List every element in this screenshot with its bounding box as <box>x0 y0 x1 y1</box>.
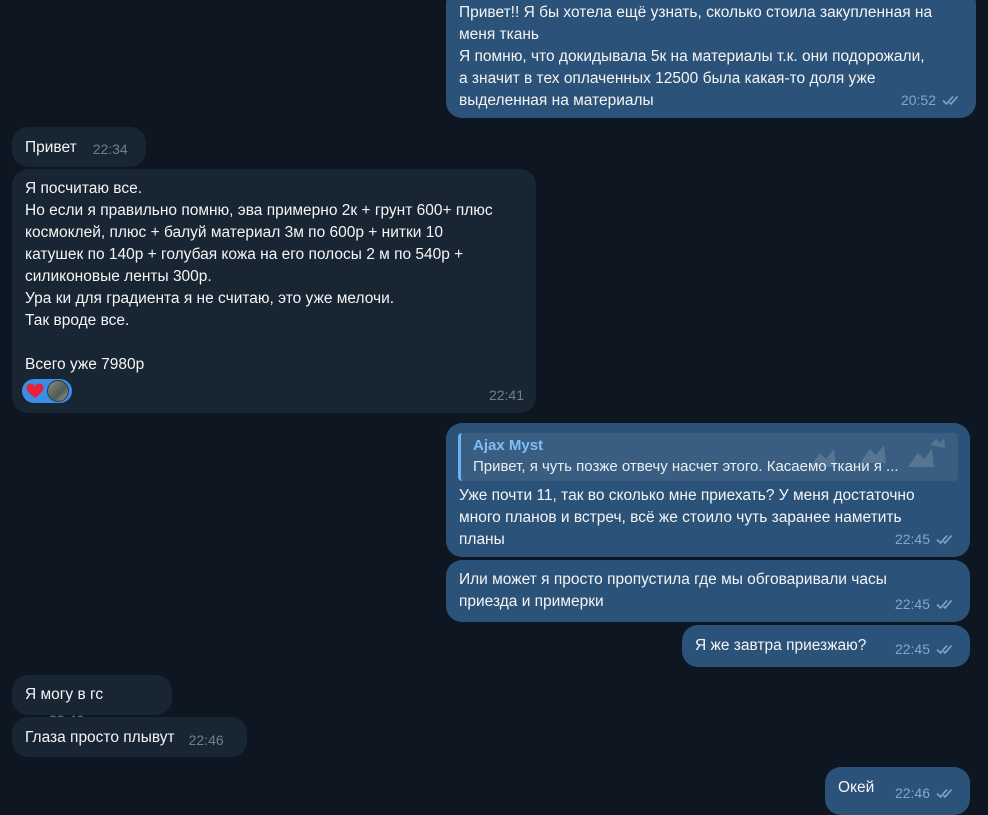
message-time: 22:45 <box>894 596 930 612</box>
message-outgoing[interactable]: Привет!! Я бы хотела ещё узнать, сколько… <box>446 0 976 118</box>
message-outgoing[interactable]: Окей 22:46 <box>825 767 970 815</box>
message-text: Я могу в гс <box>25 686 104 703</box>
message-incoming[interactable]: Я могу в гс22:46 <box>12 675 172 728</box>
reactions[interactable] <box>22 379 72 403</box>
pattern-icon <box>810 438 945 467</box>
message-text: Окей <box>838 779 875 796</box>
message-text: Уже почти 11, так во сколько мне приехат… <box>459 487 915 548</box>
message-time: 22:45 <box>894 531 930 547</box>
message-outgoing[interactable]: Или может я просто пропустила где мы обг… <box>446 560 970 622</box>
message-text: Или может я просто пропустила где мы обг… <box>459 571 887 610</box>
message-time: 22:46 <box>188 732 224 748</box>
message-outgoing[interactable]: Я же завтра приезжаю? 22:45 <box>682 625 970 667</box>
message-text: Привет!! Я бы хотела ещё узнать, сколько… <box>459 4 933 109</box>
double-check-icon <box>936 787 958 799</box>
heart-icon[interactable] <box>25 381 45 401</box>
message-text: Я же завтра приезжаю? <box>695 637 867 654</box>
message-time: 22:46 <box>894 785 930 801</box>
message-time: 22:45 <box>894 641 930 657</box>
message-time: 22:34 <box>92 141 128 157</box>
message-text: Я посчитаю все. Но если я правильно помн… <box>25 180 493 373</box>
double-check-icon <box>936 598 958 610</box>
message-text: Глаза просто плывут <box>25 729 175 746</box>
reply-preview[interactable]: Ajax Myst Привет, я чуть позже отвечу на… <box>458 433 958 481</box>
double-check-icon <box>936 533 958 545</box>
message-text: Привет <box>25 139 77 156</box>
message-incoming[interactable]: Я посчитаю все. Но если я правильно помн… <box>12 169 536 413</box>
double-check-icon <box>936 643 958 655</box>
message-incoming[interactable]: Глаза просто плывут 22:46 <box>12 717 247 757</box>
double-check-icon <box>942 94 964 106</box>
message-outgoing[interactable]: Ajax Myst Привет, я чуть позже отвечу на… <box>446 423 970 557</box>
message-incoming[interactable]: Привет 22:34 <box>12 127 146 167</box>
message-time: 20:52 <box>900 92 936 108</box>
message-time: 22:41 <box>488 387 524 403</box>
user-avatar <box>47 380 69 402</box>
